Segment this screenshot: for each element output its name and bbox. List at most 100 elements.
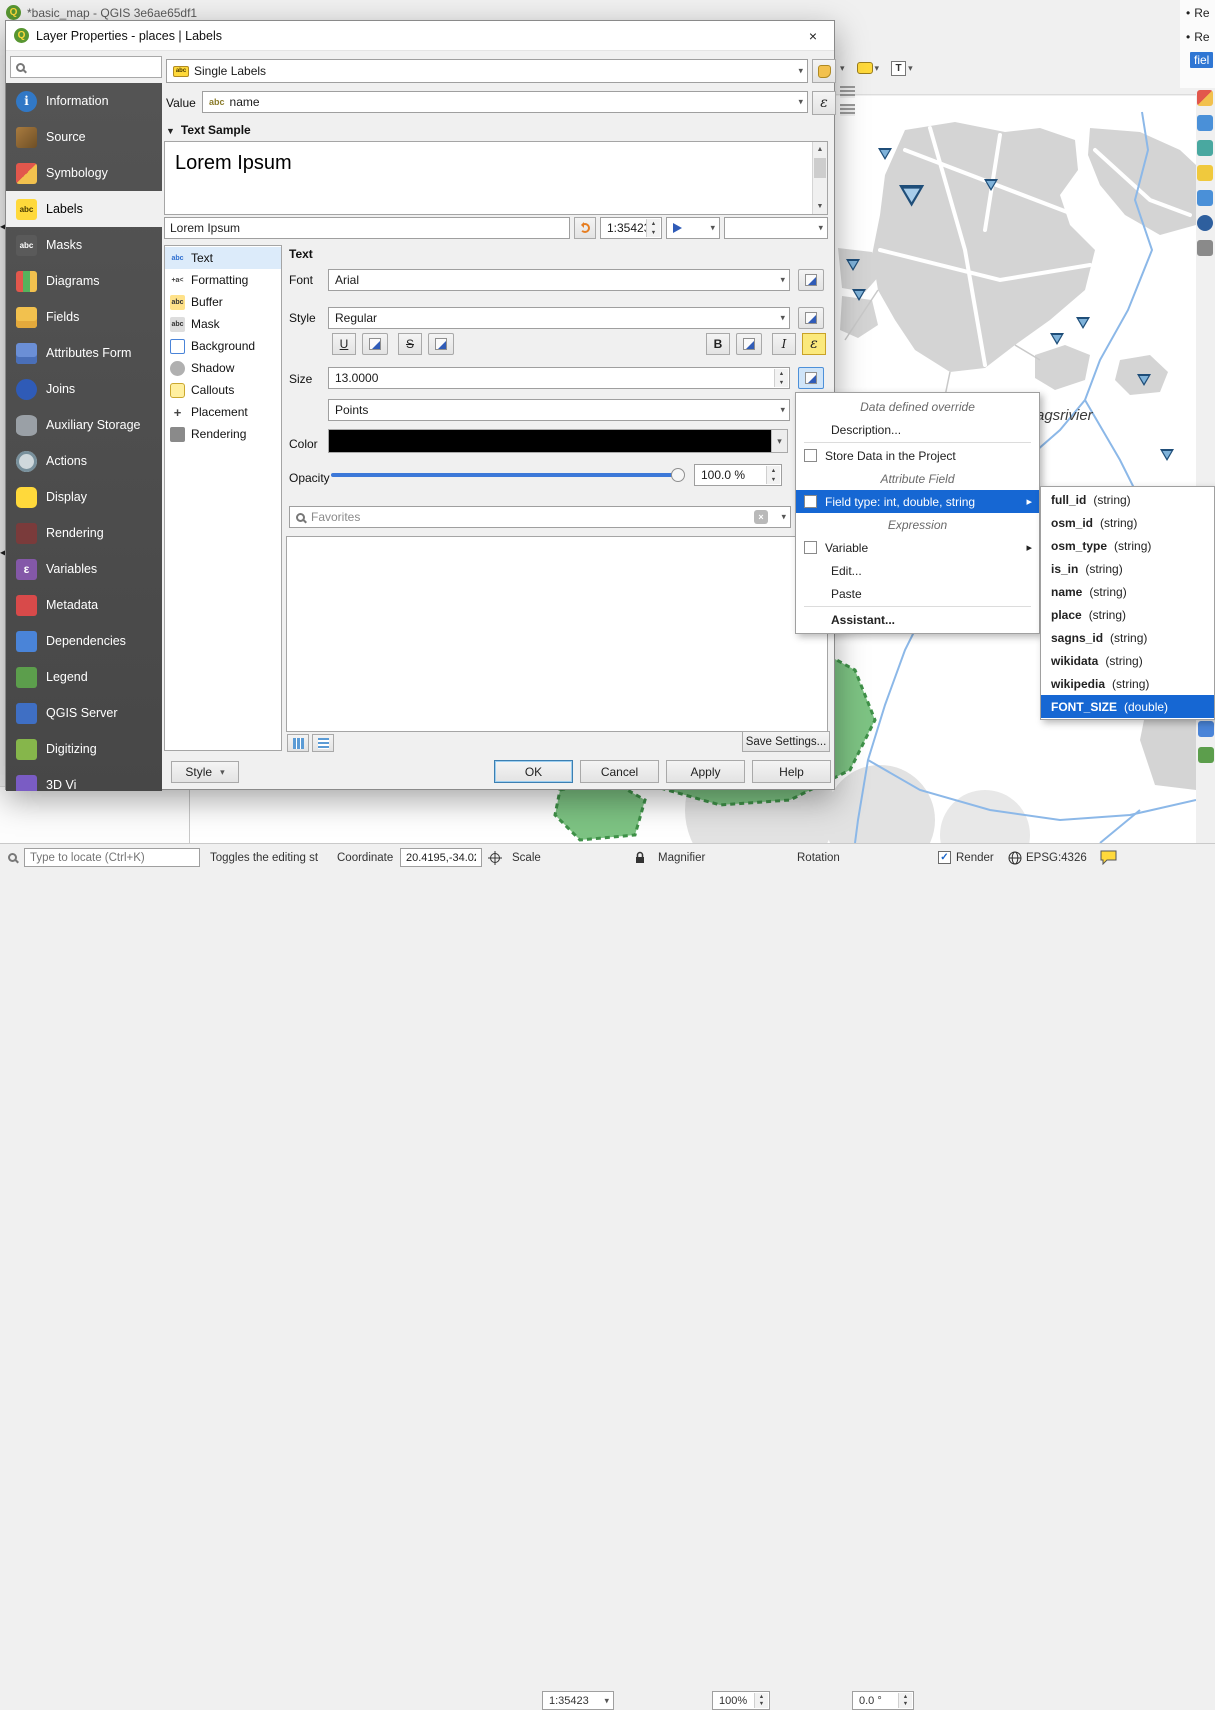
bold-override-button[interactable] bbox=[736, 333, 762, 355]
spinner-arrows[interactable]: ▲▼ bbox=[766, 466, 780, 484]
sidebar-item-variables[interactable]: Variables bbox=[6, 551, 162, 587]
info-tool-icon[interactable] bbox=[1197, 215, 1213, 231]
submenu-item-osm-type[interactable]: osm_type(string) bbox=[1041, 534, 1214, 557]
size-override-button[interactable] bbox=[798, 367, 824, 389]
extent-tool-icon[interactable] bbox=[1198, 721, 1214, 737]
scroll-up-icon[interactable]: ▲ bbox=[813, 142, 827, 157]
label-type-combo[interactable]: Single Labels bbox=[166, 59, 808, 83]
checkbox-icon[interactable] bbox=[804, 449, 817, 462]
text-sample-header[interactable]: Text Sample bbox=[166, 123, 251, 137]
style-menu-button[interactable]: Style▾ bbox=[171, 761, 239, 783]
locate-input[interactable] bbox=[24, 848, 200, 867]
menu-item-variable[interactable]: Variable bbox=[796, 536, 1039, 559]
map-tips-button[interactable]: ▾ bbox=[853, 56, 884, 80]
magnifier-spinbox[interactable]: 100%▲▼ bbox=[712, 1691, 770, 1710]
sidebar-item-qgis-server[interactable]: QGIS Server bbox=[6, 695, 162, 731]
opacity-spinbox[interactable]: 100.0 % ▲▼ bbox=[694, 464, 782, 486]
properties-search-input[interactable] bbox=[10, 56, 162, 78]
font-override-button[interactable] bbox=[798, 269, 824, 291]
scroll-down-icon[interactable]: ▼ bbox=[813, 199, 827, 214]
submenu-item-is-in[interactable]: is_in(string) bbox=[1041, 557, 1214, 580]
pan-tool-icon[interactable] bbox=[1197, 115, 1213, 131]
size-unit-combo[interactable]: Points bbox=[328, 399, 790, 421]
zoom-tool-icon[interactable] bbox=[1197, 90, 1213, 106]
spinner-arrows[interactable]: ▲▼ bbox=[898, 1693, 912, 1708]
opacity-slider[interactable] bbox=[331, 464, 683, 486]
sample-scrollbar[interactable]: ▲ ▼ bbox=[812, 142, 827, 214]
background-panel-item[interactable]: Re bbox=[1186, 30, 1210, 44]
toolbar-dropdown-button[interactable]: ▾ bbox=[836, 56, 849, 80]
tab-placement[interactable]: Placement bbox=[165, 401, 281, 423]
sample-text-input[interactable] bbox=[164, 217, 570, 239]
spinner-arrows[interactable]: ▲▼ bbox=[646, 219, 660, 237]
sample-scale-spinbox[interactable]: 1:35423 ▲▼ bbox=[600, 217, 662, 239]
color-dropdown-arrow[interactable]: ▾ bbox=[771, 430, 787, 452]
sidebar-item-source[interactable]: Source bbox=[6, 119, 162, 155]
apply-button[interactable]: Apply bbox=[666, 760, 745, 783]
tab-rendering[interactable]: Rendering bbox=[165, 423, 281, 445]
dialog-close-button[interactable]: × bbox=[800, 26, 826, 46]
panel-grid-icon[interactable] bbox=[840, 104, 855, 116]
color-button[interactable]: ▾ bbox=[328, 429, 788, 453]
sidebar-item-rendering[interactable]: Rendering bbox=[6, 515, 162, 551]
underline-override-button[interactable] bbox=[362, 333, 388, 355]
slider-handle[interactable] bbox=[671, 468, 685, 482]
list-view-button[interactable] bbox=[312, 734, 334, 752]
strikeout-override-button[interactable] bbox=[428, 333, 454, 355]
sample-background-button[interactable] bbox=[666, 217, 720, 239]
value-field-combo[interactable]: abc name bbox=[202, 91, 808, 113]
rotation-spinbox[interactable]: 0.0 °▲▼ bbox=[852, 1691, 914, 1710]
tab-background[interactable]: Background bbox=[165, 335, 281, 357]
sidebar-item-symbology[interactable]: Symbology bbox=[6, 155, 162, 191]
coordinate-input[interactable] bbox=[400, 848, 482, 867]
submenu-item-wikidata[interactable]: wikidata(string) bbox=[1041, 649, 1214, 672]
lock-scale-icon[interactable] bbox=[634, 844, 646, 871]
tab-mask[interactable]: Mask bbox=[165, 313, 281, 335]
menu-item-description[interactable]: Description... bbox=[796, 418, 1039, 441]
style-preview-list[interactable] bbox=[286, 536, 828, 732]
tab-formatting[interactable]: Formatting bbox=[165, 269, 281, 291]
expression-button[interactable]: ε bbox=[812, 91, 836, 115]
checkbox-icon[interactable] bbox=[804, 541, 817, 554]
menu-item-edit[interactable]: Edit... bbox=[796, 559, 1039, 582]
sidebar-item-attributes-form[interactable]: Attributes Form bbox=[6, 335, 162, 371]
sidebar-item-information[interactable]: Information bbox=[6, 83, 162, 119]
bold-button[interactable]: B bbox=[706, 333, 730, 355]
sidebar-item-auxiliary-storage[interactable]: Auxiliary Storage bbox=[6, 407, 162, 443]
font-combo[interactable]: Arial bbox=[328, 269, 790, 291]
style-override-button[interactable] bbox=[798, 307, 824, 329]
spinner-arrows[interactable]: ▲▼ bbox=[754, 1693, 768, 1708]
tab-buffer[interactable]: Buffer bbox=[165, 291, 281, 313]
submenu-item-font-size[interactable]: FONT_SIZE(double) bbox=[1041, 695, 1214, 718]
sidebar-item-labels[interactable]: Labels bbox=[6, 191, 162, 227]
sidebar-item-metadata[interactable]: Metadata bbox=[6, 587, 162, 623]
size-spinbox[interactable]: 13.0000 ▲▼ bbox=[328, 367, 790, 389]
measure-tool-icon[interactable] bbox=[1197, 240, 1213, 256]
submenu-item-sagns-id[interactable]: sagns_id(string) bbox=[1041, 626, 1214, 649]
reset-sample-button[interactable] bbox=[574, 217, 596, 239]
menu-item-assistant[interactable]: Assistant... bbox=[796, 608, 1039, 631]
clear-search-icon[interactable] bbox=[754, 510, 768, 524]
tab-shadow[interactable]: Shadow bbox=[165, 357, 281, 379]
extent-icon[interactable] bbox=[488, 844, 502, 871]
scrollbar-thumb[interactable] bbox=[814, 158, 826, 178]
italic-expression-button[interactable]: ε bbox=[802, 333, 826, 355]
menu-item-store-data[interactable]: Store Data in the Project bbox=[796, 444, 1039, 467]
background-panel-item[interactable]: Re bbox=[1186, 6, 1210, 20]
sidebar-item-actions[interactable]: Actions bbox=[6, 443, 162, 479]
identify-tool-icon[interactable] bbox=[1197, 140, 1213, 156]
scale-combo[interactable]: 1:35423 bbox=[542, 1691, 614, 1710]
sidebar-item-joins[interactable]: Joins bbox=[6, 371, 162, 407]
save-settings-button[interactable]: Save Settings... bbox=[742, 731, 830, 752]
render-toggle[interactable]: Render bbox=[938, 844, 994, 871]
sidebar-item-display[interactable]: Display bbox=[6, 479, 162, 515]
maptip-tool-icon[interactable] bbox=[1197, 165, 1213, 181]
submenu-item-osm-id[interactable]: osm_id(string) bbox=[1041, 511, 1214, 534]
help-button[interactable]: Help bbox=[752, 760, 831, 783]
submenu-item-name[interactable]: name(string) bbox=[1041, 580, 1214, 603]
sidebar-item-digitizing[interactable]: Digitizing bbox=[6, 731, 162, 767]
submenu-item-full-id[interactable]: full_id(string) bbox=[1041, 488, 1214, 511]
sidebar-item-fields[interactable]: Fields bbox=[6, 299, 162, 335]
automated-placement-button[interactable] bbox=[812, 59, 836, 83]
messages-button[interactable] bbox=[1100, 844, 1117, 871]
